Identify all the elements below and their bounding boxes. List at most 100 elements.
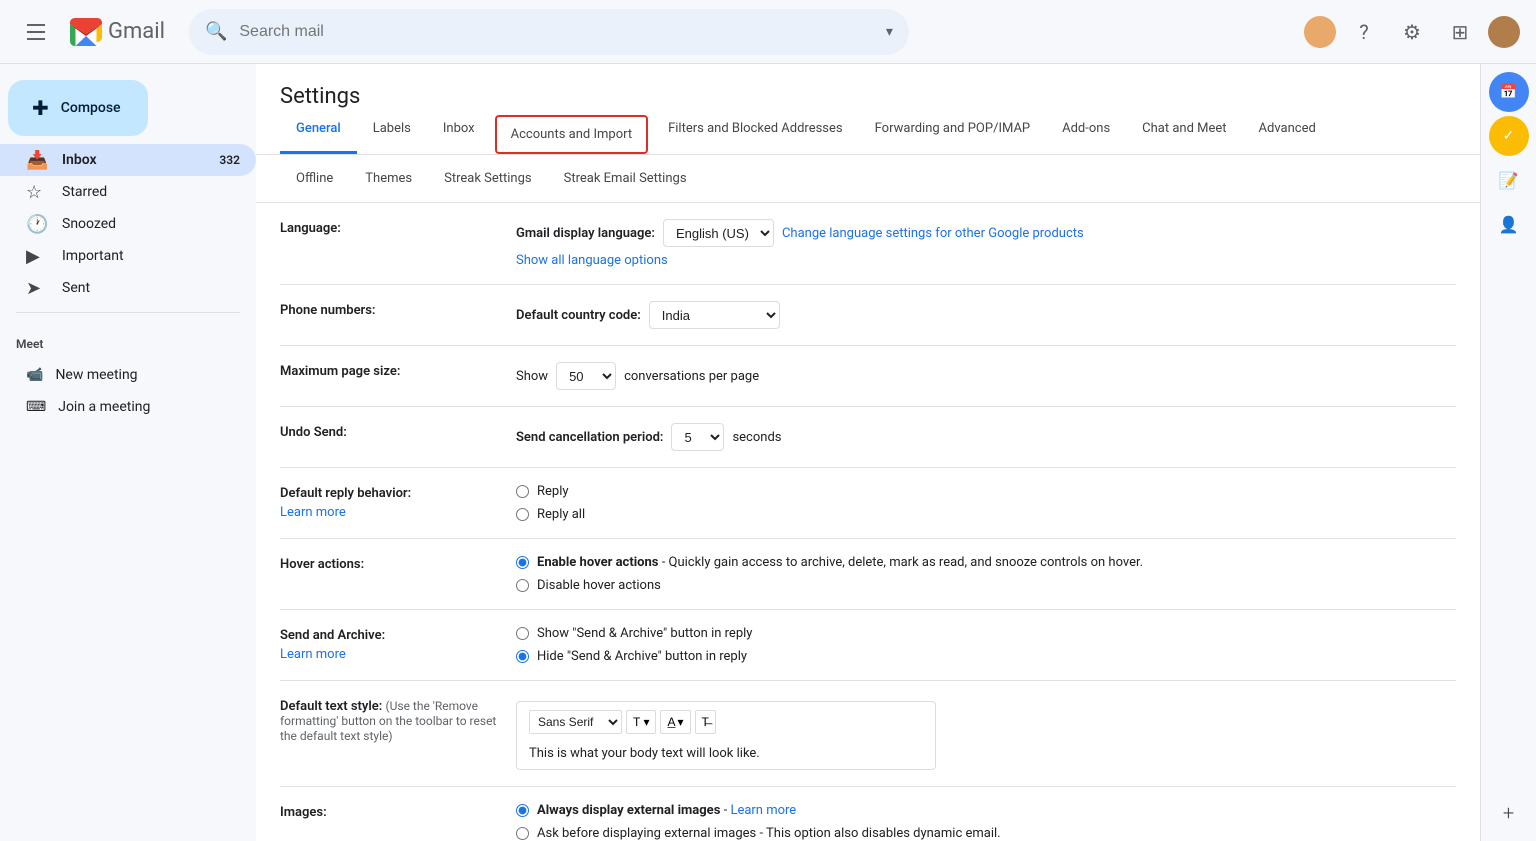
reply-all-option[interactable]: Reply all: [516, 507, 1456, 522]
sub-tab-themes[interactable]: Themes: [349, 163, 428, 194]
always-display-label: Always display external images - Learn m…: [537, 803, 796, 818]
tab-labels[interactable]: Labels: [357, 109, 427, 154]
disable-hover-label: Disable hover actions: [537, 578, 661, 593]
tasks-icon[interactable]: ✓: [1489, 116, 1529, 156]
always-display-radio[interactable]: [516, 804, 529, 817]
sidebar-item-sent[interactable]: ➤ Sent: [0, 272, 256, 304]
page-size-select[interactable]: 25 50 100: [556, 362, 616, 390]
text-style-toolbar: Sans Serif Serif Monospace T ▾ A ▾ T̶: [529, 710, 923, 738]
phone-row: Phone numbers: Default country code: Ind…: [280, 285, 1456, 346]
ask-before-label: Ask before displaying external images - …: [537, 826, 1001, 841]
disable-hover-option[interactable]: Disable hover actions: [516, 578, 1456, 593]
font-color-button[interactable]: A ▾: [660, 710, 690, 734]
font-family-select[interactable]: Sans Serif Serif Monospace: [529, 710, 622, 734]
tab-filters[interactable]: Filters and Blocked Addresses: [652, 109, 859, 154]
apps-button[interactable]: ⊞: [1440, 12, 1480, 52]
settings-tabs: General Labels Inbox Accounts and Import…: [256, 109, 1480, 155]
sidebar-item-join-meeting[interactable]: ⌨ Join a meeting: [0, 391, 256, 423]
sidebar-item-inbox[interactable]: 📥 Inbox 332: [0, 144, 256, 176]
sub-tab-streak-email[interactable]: Streak Email Settings: [548, 163, 703, 194]
phone-value: Default country code: India United State…: [516, 301, 1456, 329]
phone-label: Phone numbers:: [280, 301, 500, 318]
enable-hover-radio[interactable]: [516, 556, 529, 569]
search-icon: 🔍: [205, 21, 227, 42]
new-meeting-label: New meeting: [55, 367, 137, 383]
language-label: Language:: [280, 219, 500, 236]
show-send-archive-radio[interactable]: [516, 627, 529, 640]
sidebar-item-important[interactable]: ▶ Important: [0, 240, 256, 272]
tab-addons[interactable]: Add-ons: [1046, 109, 1126, 154]
new-meeting-icon: 📹: [26, 367, 43, 383]
reply-radio[interactable]: [516, 485, 529, 498]
undo-send-select[interactable]: 5 10 20 30: [671, 423, 724, 451]
remove-formatting-button[interactable]: T̶: [695, 710, 716, 734]
tab-general[interactable]: General: [280, 109, 357, 154]
tab-forwarding[interactable]: Forwarding and POP/IMAP: [859, 109, 1047, 154]
add-panel-icon[interactable]: +: [1489, 793, 1529, 833]
help-button[interactable]: ?: [1344, 12, 1384, 52]
country-code-select[interactable]: India United States United Kingdom: [649, 301, 780, 329]
sidebar-item-new-meeting[interactable]: 📹 New meeting: [0, 359, 256, 391]
ask-before-option[interactable]: Ask before displaying external images - …: [516, 826, 1456, 841]
sidebar-item-starred[interactable]: ☆ Starred: [0, 176, 256, 208]
hover-actions-options: Enable hover actions - Quickly gain acce…: [516, 555, 1456, 593]
show-label: Show: [516, 369, 548, 384]
enable-hover-option[interactable]: Enable hover actions - Quickly gain acce…: [516, 555, 1456, 570]
starred-icon: ☆: [26, 182, 46, 203]
gmail-logo[interactable]: Gmail: [68, 14, 165, 50]
sent-icon: ➤: [26, 278, 46, 299]
default-reply-learn-more[interactable]: Learn more: [280, 505, 500, 520]
hide-send-archive-option[interactable]: Hide "Send & Archive" button in reply: [516, 649, 1456, 664]
text-style-preview: This is what your body text will look li…: [529, 746, 923, 761]
ask-before-radio[interactable]: [516, 827, 529, 840]
compose-label: Compose: [61, 100, 121, 116]
reply-all-label: Reply all: [537, 507, 585, 522]
main-layout: ✚ Compose 📥 Inbox 332 ☆ Starred 🕐 Snooze…: [0, 64, 1536, 841]
show-all-languages-link[interactable]: Show all language options: [516, 253, 668, 268]
keep-icon[interactable]: 📝: [1489, 160, 1529, 200]
tab-accounts-import[interactable]: Accounts and Import: [495, 115, 648, 154]
images-row: Images: Always display external images -…: [280, 787, 1456, 841]
send-archive-label: Send and Archive: Learn more: [280, 626, 500, 662]
sidebar-item-snoozed[interactable]: 🕐 Snoozed: [0, 208, 256, 240]
hamburger-menu-button[interactable]: [16, 12, 56, 52]
change-language-link[interactable]: Change language settings for other Googl…: [782, 226, 1084, 241]
sub-tab-offline[interactable]: Offline: [280, 163, 349, 194]
profile-avatar-2[interactable]: [1488, 16, 1520, 48]
reply-all-radio[interactable]: [516, 508, 529, 521]
language-select[interactable]: English (US) English (UK) French Spanish: [663, 219, 774, 247]
settings-rows: Language: Gmail display language: Englis…: [256, 203, 1480, 841]
search-dropdown-icon[interactable]: ▾: [886, 24, 893, 40]
text-style-value: Sans Serif Serif Monospace T ▾ A ▾ T̶ Th…: [516, 697, 1456, 770]
show-send-archive-option[interactable]: Show "Send & Archive" button in reply: [516, 626, 1456, 641]
meet-section-label: Meet: [0, 329, 256, 359]
sidebar-item-label: Starred: [62, 184, 107, 200]
compose-button[interactable]: ✚ Compose: [8, 80, 148, 136]
undo-send-value: Send cancellation period: 5 10 20 30 sec…: [516, 423, 1456, 451]
search-input[interactable]: [239, 23, 874, 41]
settings-button[interactable]: ⚙: [1392, 12, 1432, 52]
tab-chat-meet[interactable]: Chat and Meet: [1126, 109, 1242, 154]
enable-hover-label: Enable hover actions - Quickly gain acce…: [537, 555, 1143, 570]
settings-content-area: Settings General Labels Inbox Accounts a…: [256, 64, 1480, 841]
text-style-box: Sans Serif Serif Monospace T ▾ A ▾ T̶ Th…: [516, 701, 936, 770]
sub-tab-streak-settings[interactable]: Streak Settings: [428, 163, 548, 194]
sidebar-item-label: Sent: [62, 280, 90, 296]
send-archive-learn-more[interactable]: Learn more: [280, 647, 500, 662]
images-options: Always display external images - Learn m…: [516, 803, 1456, 841]
text-style-sub-label: (Use the 'Remove formatting' button on t…: [280, 699, 496, 743]
images-learn-more[interactable]: Learn more: [730, 803, 796, 818]
contacts-icon[interactable]: 👤: [1489, 204, 1529, 244]
reply-label: Reply: [537, 484, 569, 499]
default-reply-row: Default reply behavior: Learn more Reply…: [280, 468, 1456, 539]
tab-advanced[interactable]: Advanced: [1243, 109, 1332, 154]
font-size-button[interactable]: T ▾: [626, 710, 656, 734]
hover-actions-label: Hover actions:: [280, 555, 500, 572]
disable-hover-radio[interactable]: [516, 579, 529, 592]
tab-inbox[interactable]: Inbox: [427, 109, 491, 154]
hide-send-archive-radio[interactable]: [516, 650, 529, 663]
calendar-icon[interactable]: 📅: [1489, 72, 1529, 112]
show-send-archive-label: Show "Send & Archive" button in reply: [537, 626, 752, 641]
always-display-option[interactable]: Always display external images - Learn m…: [516, 803, 1456, 818]
reply-option[interactable]: Reply: [516, 484, 1456, 499]
